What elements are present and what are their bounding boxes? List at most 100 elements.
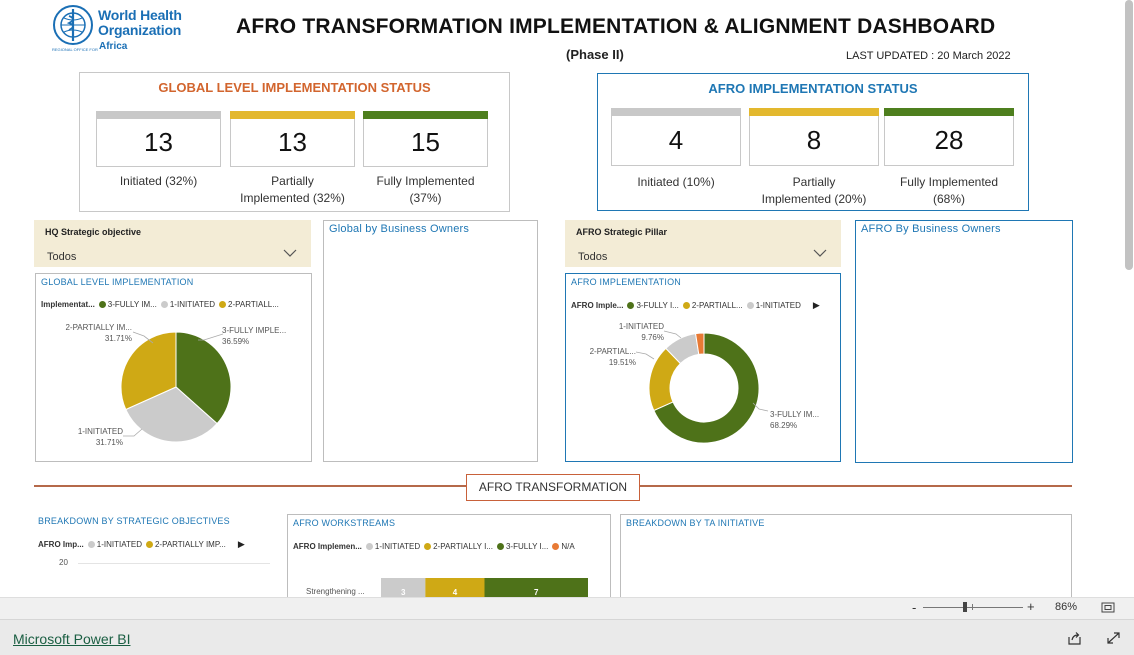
slicer-title: HQ Strategic objective (45, 227, 142, 237)
hq-objective-slicer[interactable]: HQ Strategic objective Todos (34, 220, 311, 267)
page-title: AFRO TRANSFORMATION IMPLEMENTATION & ALI… (236, 15, 996, 38)
slice-label-initiated: 1-INITIATED 9.76% (606, 321, 664, 343)
kpi-value: 8 (749, 116, 879, 166)
leader-line (635, 351, 655, 360)
leader-line (663, 330, 682, 339)
kpi-partial: 13 Partially Implemented (32%) (230, 111, 355, 207)
phase-label: (Phase II) (566, 47, 624, 62)
kpi-value: 13 (96, 119, 221, 167)
afro-implementation-chart[interactable]: AFRO IMPLEMENTATION AFRO Imple... 3-FULL… (565, 273, 841, 462)
kpi-partial: 8 Partially Implemented (20%) (749, 108, 879, 208)
afro-owners-panel[interactable]: AFRO By Business Owners (855, 220, 1073, 463)
report-canvas: World Health Organization REGIONAL OFFIC… (0, 0, 1134, 597)
kpi-color-bar (749, 108, 879, 116)
panel-title: BREAKDOWN BY TA INITIATIVE (626, 518, 765, 528)
zoom-in-button[interactable]: + (1027, 599, 1035, 614)
legend-item[interactable]: 2-PARTIALLY IMP... (155, 540, 226, 549)
kpi-label: Partially Implemented (20%) (761, 175, 867, 206)
kpi-value: 28 (884, 116, 1014, 166)
panel-title: AFRO By Business Owners (861, 223, 1001, 235)
slice-label-fully: 3-FULLY IMPLE... 36.59% (222, 325, 286, 347)
slicer-value[interactable]: Todos (578, 251, 607, 263)
global-status-card: GLOBAL LEVEL IMPLEMENTATION STATUS 13 In… (79, 72, 510, 212)
zoom-bar: - + 86% (0, 597, 1134, 619)
bar-value-label: 3 (401, 588, 406, 597)
power-bi-link[interactable]: Microsoft Power BI (13, 631, 130, 647)
legend-title: AFRO Imp... (38, 540, 84, 549)
logo-text: Organization (98, 22, 182, 38)
footer-bar: Microsoft Power BI (0, 619, 1134, 655)
zoom-slider-handle[interactable] (963, 602, 967, 612)
slice-name: 1-INITIATED (618, 322, 664, 331)
afro-status-card: AFRO IMPLEMENTATION STATUS 4 Initiated (… (597, 73, 1029, 211)
slice-label-initiated: 1-INITIATED 31.71% (61, 426, 123, 448)
panel-title: BREAKDOWN BY STRATEGIC OBJECTIVES (38, 516, 230, 526)
kpi-label: Partially Implemented (32%) (240, 174, 345, 205)
chevron-down-icon[interactable] (813, 248, 827, 258)
bar-value-label: 4 (453, 588, 458, 597)
legend-item[interactable]: 1-INITIATED (97, 540, 142, 549)
slice-percent: 9.76% (641, 333, 664, 342)
gridline (78, 563, 270, 564)
kpi-initiated: 13 Initiated (32%) (96, 111, 221, 190)
kpi-color-bar (96, 111, 221, 119)
kpi-label: Initiated (32%) (119, 174, 198, 188)
slice-percent: 31.71% (104, 334, 132, 343)
vertical-scrollbar[interactable] (1125, 0, 1133, 270)
slice-percent: 68.29% (770, 421, 798, 430)
kpi-color-bar (363, 111, 488, 119)
zoom-level: 86% (1055, 601, 1078, 613)
afro-donut-svg[interactable] (566, 274, 842, 463)
chevron-down-icon[interactable] (283, 248, 297, 258)
leader-line (123, 428, 143, 437)
logo-subtext: REGIONAL OFFICE FOR (52, 47, 98, 52)
panel-title: Global by Business Owners (329, 223, 470, 235)
slice-percent: 19.51% (608, 358, 636, 367)
afro-pillar-slicer[interactable]: AFRO Strategic Pillar Todos (565, 220, 841, 267)
kpi-color-bar (611, 108, 741, 116)
slice-label-fully: 3-FULLY IM... 68.29% (770, 409, 819, 431)
kpi-fully: 15 Fully Implemented (37%) (363, 111, 488, 207)
slice-name: 2-PARTIAL... (589, 347, 636, 356)
kpi-fully: 28 Fully Implemented (68%) (884, 108, 1014, 208)
chart-legend: AFRO Imp... 1-INITIATED 2-PARTIALLY IMP.… (38, 539, 245, 550)
afro-status-title: AFRO IMPLEMENTATION STATUS (708, 81, 918, 96)
slicer-title: AFRO Strategic Pillar (576, 227, 668, 237)
afro-transformation-button[interactable]: AFRO TRANSFORMATION (466, 474, 640, 501)
kpi-label: Fully Implemented (68%) (899, 175, 999, 206)
share-icon[interactable] (1067, 631, 1082, 645)
workstreams-bars-svg[interactable]: 3 4 7 (288, 515, 612, 597)
fit-to-page-icon[interactable] (1101, 602, 1115, 613)
kpi-value: 15 (363, 119, 488, 167)
last-updated: LAST UPDATED : 20 March 2022 (846, 50, 1011, 62)
zoom-slider-track[interactable] (923, 607, 1023, 608)
zoom-slider-tick (972, 604, 973, 610)
slice-percent: 36.59% (222, 337, 250, 346)
slice-label-partial: 2-PARTIALLY IM... 31.71% (56, 322, 132, 344)
breakdown-ta-chart[interactable]: BREAKDOWN BY TA INITIATIVE (620, 514, 1072, 597)
afro-workstreams-chart[interactable]: AFRO WORKSTREAMS AFRO Implemen... 1-INIT… (287, 514, 611, 597)
global-implementation-chart[interactable]: GLOBAL LEVEL IMPLEMENTATION Implementat.… (35, 273, 312, 462)
legend-dot (87, 541, 95, 548)
fullscreen-icon[interactable] (1106, 631, 1121, 645)
global-status-title: GLOBAL LEVEL IMPLEMENTATION STATUS (158, 80, 431, 95)
bar-value-label: 7 (534, 588, 539, 597)
kpi-label: Fully Implemented (37%) (376, 174, 475, 205)
slicer-value[interactable]: Todos (47, 251, 76, 263)
kpi-color-bar (230, 111, 355, 119)
legend-dot (145, 541, 153, 548)
legend-next-arrow-icon[interactable]: ▶ (238, 539, 245, 550)
slice-name: 3-FULLY IMPLE... (222, 326, 287, 335)
logo-region: Africa (99, 41, 128, 52)
slice-name: 3-FULLY IM... (770, 410, 820, 419)
kpi-value: 4 (611, 116, 741, 166)
slice-name: 2-PARTIALLY IM... (65, 323, 132, 332)
logo-text: World Health (98, 7, 182, 23)
global-owners-panel[interactable]: Global by Business Owners (323, 220, 538, 462)
slice-label-partial: 2-PARTIAL... 19.51% (582, 346, 636, 368)
kpi-value: 13 (230, 119, 355, 167)
kpi-color-bar (884, 108, 1014, 116)
slice-name: 1-INITIATED (77, 427, 123, 436)
breakdown-objectives-chart[interactable]: BREAKDOWN BY STRATEGIC OBJECTIVES AFRO I… (34, 513, 274, 597)
zoom-out-button[interactable]: - (912, 600, 916, 615)
